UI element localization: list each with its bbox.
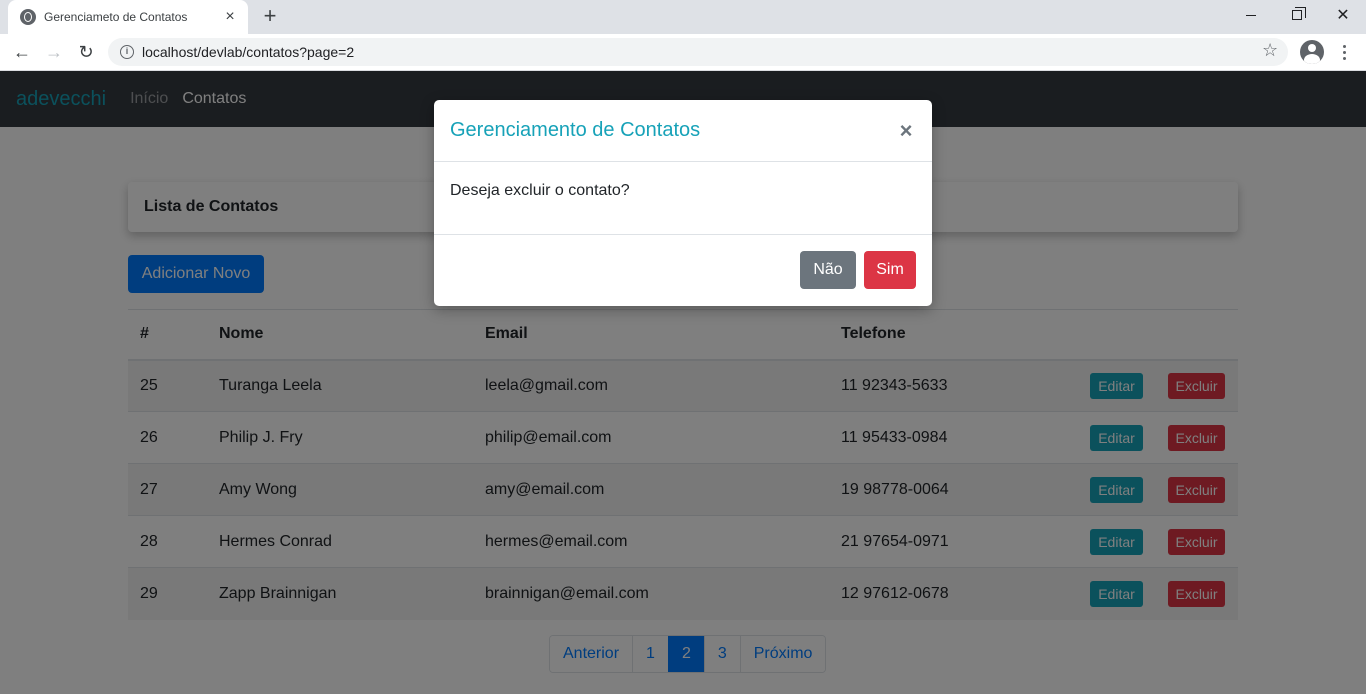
browser-toolbar: ← → ↻ i localhost/devlab/contatos?page=2… (0, 34, 1366, 71)
modal-body: Deseja excluir o contato? (434, 162, 932, 235)
close-window-button[interactable]: ✕ (1320, 0, 1366, 30)
bookmark-star-icon[interactable]: ☆ (1262, 40, 1278, 61)
reload-button[interactable]: ↻ (72, 38, 100, 66)
modal-close-icon[interactable]: × (896, 118, 916, 144)
close-icon: ✕ (1336, 7, 1350, 24)
modal-title: Gerenciamento de Contatos (450, 119, 701, 141)
globe-icon (20, 9, 36, 25)
tab-close-icon[interactable]: × (222, 8, 238, 26)
restore-icon (1292, 7, 1306, 20)
minimize-icon (1246, 14, 1256, 16)
forward-button[interactable]: → (40, 38, 68, 66)
arrow-right-icon: → (45, 41, 63, 62)
profile-avatar-icon[interactable] (1300, 40, 1324, 64)
restore-button[interactable] (1274, 0, 1320, 30)
browser-tabstrip: Gerenciameto de Contatos × + ✕ (0, 0, 1366, 34)
back-button[interactable]: ← (8, 38, 36, 66)
url-text: localhost/devlab/contatos?page=2 (142, 44, 355, 60)
modal-header: Gerenciamento de Contatos × (434, 100, 932, 162)
modal-footer: Não Sim (434, 235, 932, 305)
address-bar[interactable]: i localhost/devlab/contatos?page=2 (108, 38, 1288, 66)
confirm-delete-modal: Gerenciamento de Contatos × Deseja exclu… (434, 100, 932, 306)
browser-tab[interactable]: Gerenciameto de Contatos × (8, 0, 248, 34)
minimize-button[interactable] (1228, 0, 1274, 30)
tab-title: Gerenciameto de Contatos (44, 10, 188, 24)
modal-message: Deseja excluir o contato? (450, 182, 630, 199)
info-icon[interactable]: i (120, 45, 134, 59)
yes-button[interactable]: Sim (864, 251, 916, 289)
arrow-left-icon: ← (13, 41, 31, 62)
no-button[interactable]: Não (800, 251, 856, 289)
new-tab-button[interactable]: + (258, 4, 282, 28)
reload-icon: ↻ (78, 41, 94, 62)
kebab-menu-icon[interactable] (1336, 40, 1352, 64)
page-viewport: adevecchi Início Contatos Lista de Conta… (0, 71, 1366, 694)
